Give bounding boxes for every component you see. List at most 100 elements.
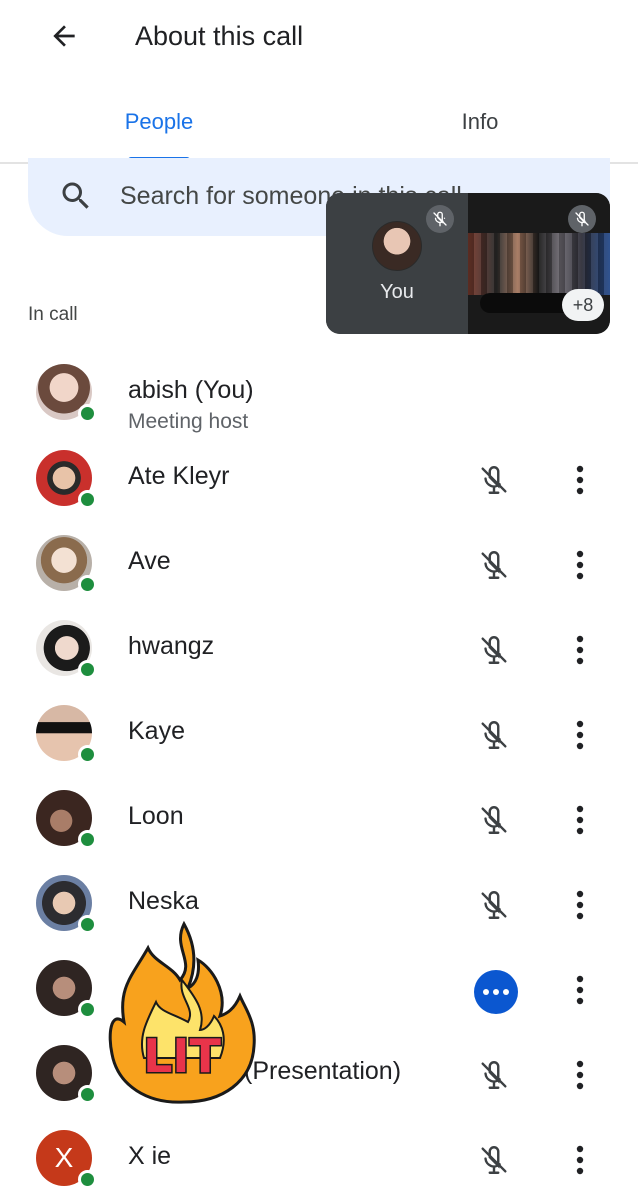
- online-status-dot: [78, 1000, 97, 1019]
- mute-status-button[interactable]: [472, 798, 516, 842]
- lit-fire-sticker: LIT: [108, 920, 256, 1104]
- mic-off-icon: [481, 721, 507, 749]
- mic-off-icon: [575, 211, 589, 227]
- avatar: [36, 1045, 97, 1104]
- tab-people[interactable]: People: [118, 96, 200, 162]
- participant-name: Neska: [128, 887, 199, 915]
- online-status-dot: [78, 1085, 97, 1104]
- online-status-dot: [78, 490, 97, 509]
- participant-name: (Presentation): [244, 1057, 402, 1085]
- participant-row[interactable]: Kaye: [0, 705, 638, 790]
- participant-row[interactable]: Loon: [0, 790, 638, 875]
- more-vert-icon: [576, 975, 584, 1005]
- avatar: [36, 960, 97, 1019]
- mic-off-icon: [481, 1061, 507, 1089]
- self-tile-label: You: [380, 281, 414, 303]
- others-count-badge: +8: [562, 289, 604, 321]
- others-tile: +8: [468, 193, 610, 334]
- more-options-button[interactable]: [560, 543, 600, 587]
- mic-off-icon: [481, 466, 507, 494]
- mute-status-button[interactable]: [472, 1053, 516, 1097]
- participant-row[interactable]: Neska: [0, 875, 638, 960]
- avatar: [36, 450, 97, 509]
- mic-off-icon: [481, 891, 507, 919]
- participant-row[interactable]: hwangz: [0, 620, 638, 705]
- mic-off-icon: [433, 211, 447, 227]
- participant-row[interactable]: X X ie: [0, 1130, 638, 1200]
- more-vert-icon: [576, 550, 584, 580]
- online-status-dot: [78, 1170, 97, 1189]
- mute-status-button[interactable]: [472, 543, 516, 587]
- arrow-back-icon: [53, 25, 75, 47]
- self-avatar: [372, 221, 422, 271]
- others-video-thumbnail: [468, 233, 610, 295]
- tab-bar: People Info: [0, 96, 638, 164]
- more-vert-icon: [576, 1145, 584, 1175]
- participant-name: Loon: [128, 802, 184, 830]
- participant-name: X ie: [128, 1142, 172, 1170]
- online-status-dot: [78, 575, 97, 594]
- online-status-dot: [78, 745, 97, 764]
- avatar: [36, 705, 97, 764]
- more-vert-icon: [576, 465, 584, 495]
- avatar: X: [36, 1130, 97, 1189]
- avatar: [36, 364, 97, 423]
- online-status-dot: [78, 830, 97, 849]
- more-options-button[interactable]: [560, 798, 600, 842]
- mic-off-icon: [481, 551, 507, 579]
- avatar: [36, 875, 97, 934]
- participant-row[interactable]: Ave: [0, 535, 638, 620]
- speaking-indicator-button[interactable]: [474, 970, 518, 1014]
- more-options-button[interactable]: [560, 883, 600, 927]
- online-status-dot: [78, 404, 97, 423]
- page-title: About this call: [135, 21, 304, 51]
- app-bar: About this call: [0, 0, 638, 72]
- more-vert-icon: [576, 635, 584, 665]
- participant-name: abish (You): [128, 376, 254, 404]
- avatar: [36, 535, 97, 594]
- avatar: [36, 620, 97, 679]
- participant-name: Ave: [128, 547, 171, 575]
- more-options-button[interactable]: [560, 713, 600, 757]
- self-tile: You: [326, 193, 468, 334]
- speaking-dot: [493, 989, 499, 995]
- participant-name: Kaye: [128, 717, 185, 745]
- mute-status-button[interactable]: [472, 628, 516, 672]
- mic-off-icon: [481, 1146, 507, 1174]
- more-vert-icon: [576, 890, 584, 920]
- others-mic-off-indicator: [568, 205, 596, 233]
- participant-row[interactable]: Q: [0, 960, 638, 1045]
- back-button[interactable]: [40, 14, 88, 58]
- more-vert-icon: [576, 805, 584, 835]
- online-status-dot: [78, 915, 97, 934]
- mute-status-button[interactable]: [472, 1138, 516, 1182]
- online-status-dot: [78, 660, 97, 679]
- participant-row[interactable]: (Presentation): [0, 1045, 638, 1130]
- avatar: [36, 790, 97, 849]
- more-options-button[interactable]: [560, 628, 600, 672]
- more-options-button[interactable]: [560, 968, 600, 1012]
- self-mic-off-indicator: [426, 205, 454, 233]
- mute-status-button[interactable]: [472, 713, 516, 757]
- participant-role: Meeting host: [128, 410, 249, 433]
- participant-row[interactable]: abish (You) Meeting host: [0, 364, 638, 449]
- mic-off-icon: [481, 806, 507, 834]
- participant-name: hwangz: [128, 632, 215, 660]
- more-vert-icon: [576, 720, 584, 750]
- sticker-text: LIT: [143, 1029, 221, 1083]
- more-options-button[interactable]: [560, 458, 600, 502]
- tab-info[interactable]: Info: [440, 96, 520, 162]
- participant-name: Ate Kleyr: [128, 462, 230, 490]
- call-preview[interactable]: You +8: [326, 193, 610, 334]
- in-call-section-label: In call: [28, 304, 78, 325]
- mute-status-button[interactable]: [472, 883, 516, 927]
- more-options-button[interactable]: [560, 1053, 600, 1097]
- mute-status-button[interactable]: [472, 458, 516, 502]
- search-icon: [62, 182, 89, 209]
- participant-row[interactable]: Ate Kleyr: [0, 450, 638, 535]
- speaking-dot: [503, 989, 509, 995]
- mic-off-icon: [481, 636, 507, 664]
- speaking-dot: [483, 989, 489, 995]
- more-options-button[interactable]: [560, 1138, 600, 1182]
- more-vert-icon: [576, 1060, 584, 1090]
